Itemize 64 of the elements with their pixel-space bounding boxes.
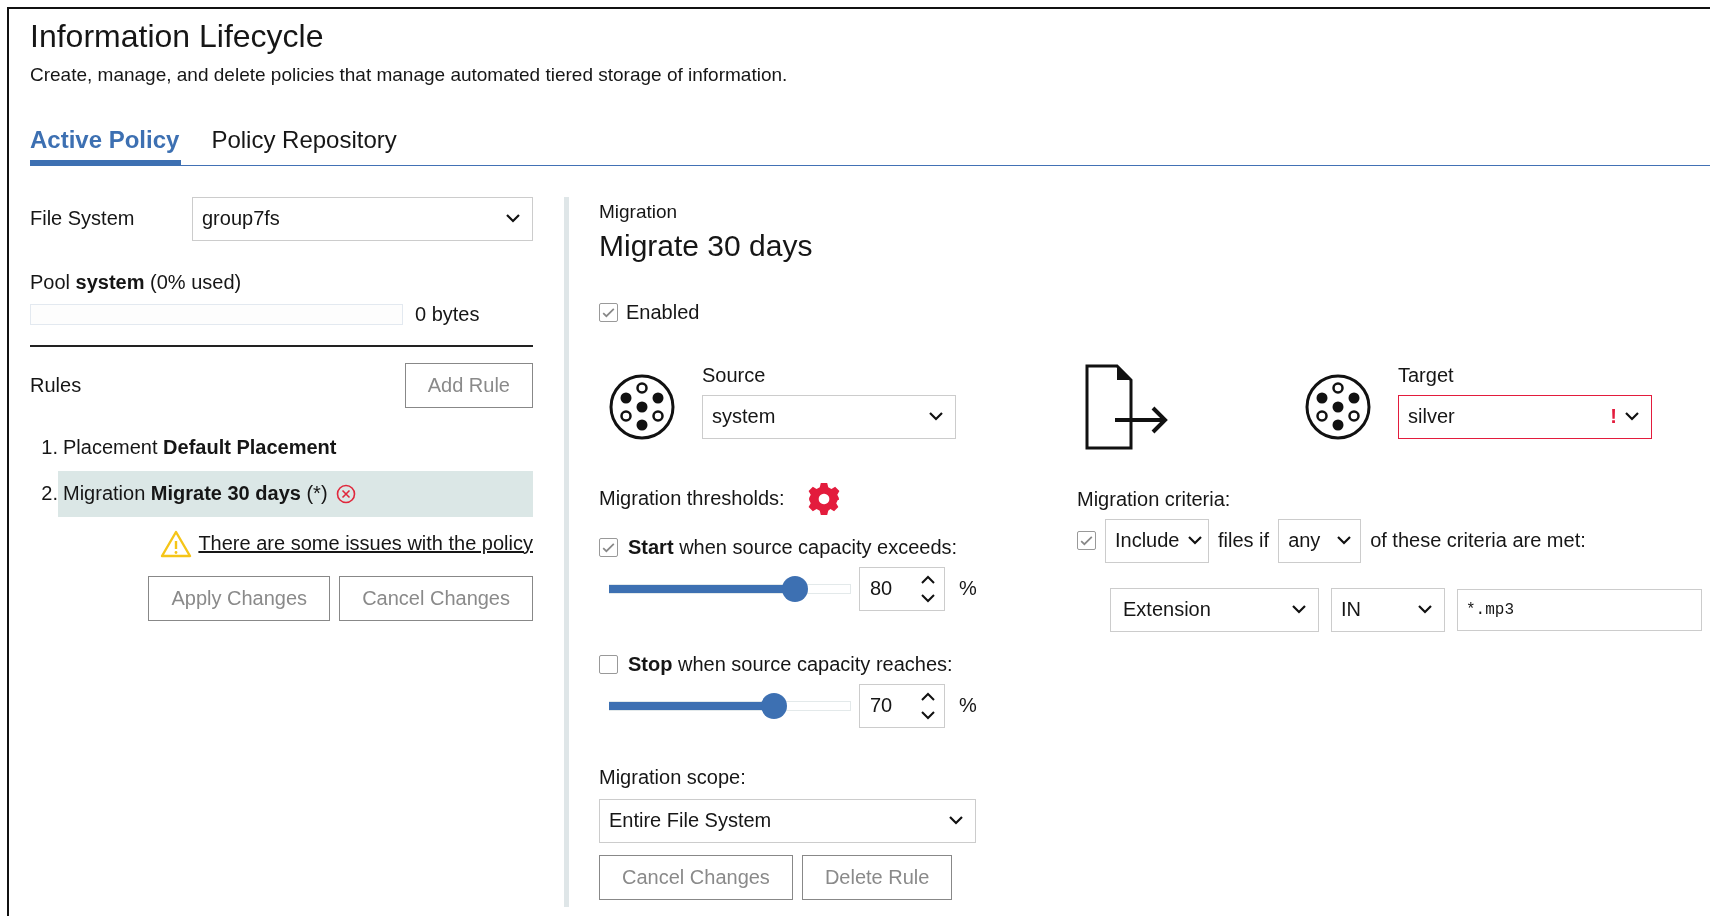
error-mark: ! (1610, 405, 1617, 428)
value-field[interactable]: *.mp3 (1457, 588, 1702, 631)
unit-label: % (959, 694, 977, 717)
checkbox-label: Stop when source capacity reaches: (628, 652, 953, 676)
usage-reading: 0 bytes (415, 302, 480, 326)
slider[interactable] (609, 692, 851, 719)
quantifier-select[interactable]: any (1278, 518, 1362, 563)
rule-item[interactable]: Placement Default Placement (58, 424, 533, 471)
source-select[interactable]: system (702, 394, 956, 439)
error-icon (335, 483, 356, 504)
operator-select[interactable]: IN (1331, 587, 1445, 632)
tab[interactable]: Policy Repository (211, 126, 399, 166)
scope-select[interactable]: Entire File System (599, 798, 976, 843)
rule-item[interactable]: Migration Migrate 30 days (*) (58, 470, 533, 517)
warning-link[interactable]: There are some issues with the policy (198, 532, 533, 555)
caret-icon (1625, 412, 1639, 421)
storage-pool-icon (1305, 373, 1371, 440)
number-field[interactable]: 80 (859, 566, 945, 611)
target-label: Target (1398, 363, 1455, 387)
caret-icon (1187, 536, 1202, 545)
list-number: 1. (40, 436, 58, 459)
page-title: Information Lifecycle (30, 18, 325, 55)
caret-icon (506, 214, 520, 223)
tab[interactable]: Active Policy (30, 126, 182, 166)
action-button[interactable]: Cancel Changes (339, 575, 533, 621)
rule-text: Migration Migrate 30 days (*) (63, 482, 328, 505)
criteria-text: files if (1218, 529, 1270, 552)
checkbox[interactable] (599, 654, 618, 674)
storage-pool-icon (609, 373, 675, 440)
checkbox[interactable] (599, 302, 618, 322)
rules-label: Rules (30, 373, 82, 397)
scope-label: Migration scope: (599, 765, 747, 789)
criteria-label: Migration criteria: (1077, 487, 1232, 511)
rule-type-label: Migration (599, 200, 679, 223)
stepper-icon (920, 690, 936, 721)
unit-label: % (959, 577, 977, 600)
number-field[interactable]: 70 (859, 683, 945, 728)
caret-icon (1418, 605, 1432, 614)
action-button[interactable]: Apply Changes (148, 575, 331, 621)
action-button[interactable]: Cancel Changes (599, 854, 793, 900)
caret-icon (1337, 536, 1352, 545)
caret-icon (929, 412, 943, 421)
pool-label: Pool system (0% used) (30, 270, 243, 294)
file-system-select[interactable]: group7fs (192, 196, 533, 241)
list-number: 2. (40, 482, 58, 505)
mode-select[interactable]: Include (1105, 518, 1209, 563)
warning-icon (160, 529, 193, 558)
target-select[interactable]: silver ! (1398, 394, 1652, 439)
checkbox[interactable] (599, 537, 618, 557)
attribute-select[interactable]: Extension (1110, 587, 1319, 632)
criteria-text: of these criteria are met: (1370, 529, 1586, 552)
caret-icon (1292, 605, 1306, 614)
checkbox-label: Start when source capacity exceeds: (628, 535, 958, 559)
slider[interactable] (609, 575, 851, 602)
source-label: Source (702, 363, 767, 387)
thresholds-label: Migration thresholds: (599, 487, 785, 510)
page-subtitle: Create, manage, and delete policies that manage automated tiered storage of information. (30, 64, 789, 86)
caret-icon (949, 816, 963, 825)
field-label: File System (30, 207, 135, 230)
rule-text: Placement Default Placement (63, 436, 337, 459)
rule-name: Migrate 30 days (599, 228, 814, 263)
checkbox[interactable] (1077, 531, 1096, 550)
stepper-icon (920, 573, 936, 604)
checkbox-label: Enabled (626, 300, 700, 324)
